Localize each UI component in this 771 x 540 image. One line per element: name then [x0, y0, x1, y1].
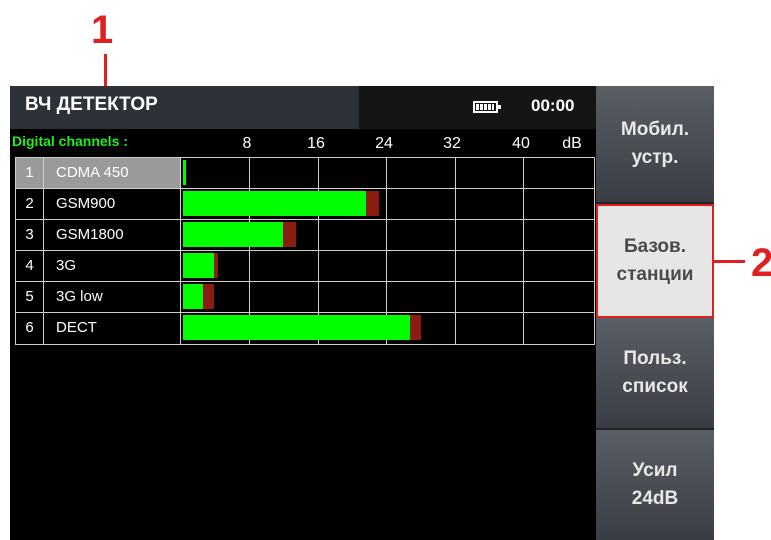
- signal-level-bar: [183, 253, 214, 278]
- channel-name: GSM900: [44, 189, 181, 219]
- grid-line: [318, 220, 319, 250]
- callout-line-1: [104, 54, 107, 86]
- grid-line: [386, 251, 387, 281]
- signal-level-bar: [183, 160, 186, 185]
- signal-peak-marker: [410, 315, 421, 340]
- grid-line: [386, 189, 387, 219]
- menu-label-line: Польз.: [623, 347, 687, 369]
- channel-row[interactable]: 3 GSM1800: [16, 220, 594, 251]
- grid-line: [455, 282, 456, 312]
- grid-line: [386, 282, 387, 312]
- channel-number: 3: [16, 220, 44, 250]
- status-area: 00:00: [359, 86, 596, 129]
- signal-peak-marker: [203, 284, 214, 309]
- grid-line: [455, 251, 456, 281]
- menu-label-line: Мобил.: [620, 118, 690, 140]
- channel-number: 5: [16, 282, 44, 312]
- channel-name: CDMA 450: [44, 158, 181, 188]
- grid-line: [523, 313, 524, 344]
- header-bar: ВЧ ДЕТЕКТОР 00:00: [10, 86, 596, 129]
- grid-line: [386, 220, 387, 250]
- grid-line: [523, 220, 524, 250]
- channel-row[interactable]: 6 DECT: [16, 313, 594, 344]
- grid-line: [318, 251, 319, 281]
- scale-tick-40: 40: [512, 135, 530, 152]
- grid-line: [386, 158, 387, 188]
- signal-peak-marker: [283, 222, 296, 247]
- grid-line: [455, 189, 456, 219]
- grid-line: [455, 220, 456, 250]
- scale-tick-8: 8: [242, 135, 252, 152]
- device-screen: ВЧ ДЕТЕКТОР 00:00 Digital channels : 8 1…: [10, 86, 714, 540]
- scale-unit-db: dB: [562, 135, 582, 152]
- menu-label-line: Базов.: [624, 235, 686, 257]
- channels-label: Digital channels :: [12, 133, 128, 149]
- grid-line: [249, 282, 250, 312]
- channel-name: GSM1800: [44, 220, 181, 250]
- grid-line: [249, 158, 250, 188]
- channel-row[interactable]: 5 3G low: [16, 282, 594, 313]
- grid-line: [455, 313, 456, 344]
- channel-number: 4: [16, 251, 44, 281]
- channel-name: 3G low: [44, 282, 181, 312]
- menu-button-user-list[interactable]: Польз. список: [596, 318, 714, 430]
- scale-tick-24: 24: [375, 135, 393, 152]
- grid-line: [523, 158, 524, 188]
- signal-level-bar: [183, 315, 410, 340]
- grid-line: [318, 158, 319, 188]
- menu-button-base-stations[interactable]: Базов. станции: [596, 204, 714, 318]
- channel-name: DECT: [44, 313, 181, 344]
- channel-row[interactable]: 4 3G: [16, 251, 594, 282]
- grid-line: [455, 158, 456, 188]
- side-menu: Мобил. устр. Базов. станции Польз. списо…: [596, 86, 714, 540]
- menu-label-line: станции: [616, 264, 694, 285]
- scale-tick-16: 16: [307, 135, 325, 152]
- grid-line: [318, 282, 319, 312]
- callout-number-1: 1: [91, 8, 114, 52]
- grid-line: [523, 251, 524, 281]
- battery-icon: [473, 101, 501, 113]
- grid-line: [523, 189, 524, 219]
- channel-number: 1: [16, 158, 44, 188]
- signal-level-bar: [183, 284, 203, 309]
- signal-level-bar: [183, 191, 366, 216]
- signal-peak-marker: [214, 253, 218, 278]
- menu-label-line: устр.: [631, 147, 679, 168]
- channel-number: 6: [16, 313, 44, 344]
- signal-level-bar: [183, 222, 283, 247]
- screen-title: ВЧ ДЕТЕКТОР: [25, 94, 158, 115]
- channel-name: 3G: [44, 251, 181, 281]
- menu-button-gain[interactable]: Усил 24dB: [596, 430, 714, 540]
- channel-table: 1 CDMA 450 2 GSM900 3 GSM1800 4 3G 5 3G …: [15, 157, 595, 345]
- grid-line: [249, 251, 250, 281]
- channel-number: 2: [16, 189, 44, 219]
- scale-tick-32: 32: [443, 135, 461, 152]
- menu-label-line: 24dB: [631, 488, 679, 509]
- signal-peak-marker: [366, 191, 379, 216]
- channel-row[interactable]: 1 CDMA 450: [16, 158, 594, 189]
- menu-label-line: список: [622, 376, 688, 397]
- grid-line: [523, 282, 524, 312]
- menu-button-mobile-devices[interactable]: Мобил. устр.: [596, 86, 714, 204]
- menu-label-line: Усил: [632, 459, 678, 481]
- callout-number-2: 2: [751, 241, 771, 285]
- callout-line-2: [713, 260, 745, 263]
- channel-row[interactable]: 2 GSM900: [16, 189, 594, 220]
- clock: 00:00: [531, 96, 575, 115]
